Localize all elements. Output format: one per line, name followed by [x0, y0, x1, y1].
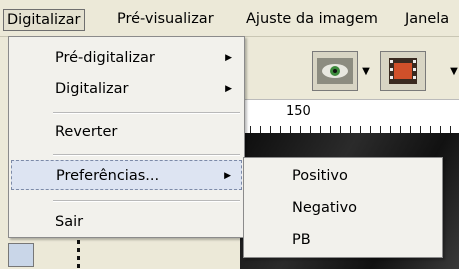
film-button[interactable] — [380, 51, 426, 91]
menu-item-label: Digitalizar — [55, 81, 129, 97]
film-icon — [389, 58, 417, 84]
menu-item-sair[interactable]: Sair — [11, 207, 242, 237]
menu-item-digitalizar[interactable]: Digitalizar ▶ — [11, 74, 242, 104]
menu-item-reverter[interactable]: Reverter — [11, 117, 242, 147]
tool-icon[interactable] — [8, 243, 34, 267]
eye-view-dropdown-icon[interactable]: ▼ — [361, 51, 371, 91]
menu-separator — [53, 200, 240, 202]
menu-bar: Digitalizar Pré-visualizar Ajuste da ima… — [0, 0, 459, 37]
selection-marquee — [77, 240, 80, 269]
film-dropdown-icon[interactable]: ▼ — [449, 51, 459, 91]
submenu-item-positivo[interactable]: Positivo — [246, 160, 440, 192]
horizontal-ruler: 150 — [240, 99, 459, 134]
menu-ajuste-da-imagem[interactable]: Ajuste da imagem — [243, 9, 381, 31]
submenu-item-negativo[interactable]: Negativo — [246, 192, 440, 224]
submenu-item-pb[interactable]: PB — [246, 224, 440, 256]
menu-janela[interactable]: Janela — [402, 9, 452, 31]
eye-view-button[interactable] — [312, 51, 358, 91]
menu-item-label: Pré-digitalizar — [55, 50, 155, 66]
menu-item-label: Sair — [55, 214, 84, 230]
menu-item-label: Preferências... — [56, 168, 160, 184]
preferencias-submenu: Positivo Negativo PB — [243, 157, 443, 258]
submenu-arrow-icon: ▶ — [224, 171, 231, 181]
submenu-arrow-icon: ▶ — [225, 84, 232, 94]
eye-icon — [317, 58, 353, 84]
menu-item-preferencias[interactable]: Preferências... ▶ — [11, 160, 242, 190]
ruler-label: 150 — [286, 104, 311, 119]
menu-item-pre-digitalizar[interactable]: Pré-digitalizar ▶ — [11, 43, 242, 73]
menu-separator — [53, 154, 240, 156]
menu-separator — [53, 112, 240, 114]
menu-pre-visualizar[interactable]: Pré-visualizar — [114, 9, 217, 31]
submenu-arrow-icon: ▶ — [225, 53, 232, 63]
menu-item-label: Reverter — [55, 124, 118, 140]
menu-digitalizar[interactable]: Digitalizar — [3, 9, 85, 31]
digitalizar-menu: Pré-digitalizar ▶ Digitalizar ▶ Reverter… — [8, 36, 245, 238]
